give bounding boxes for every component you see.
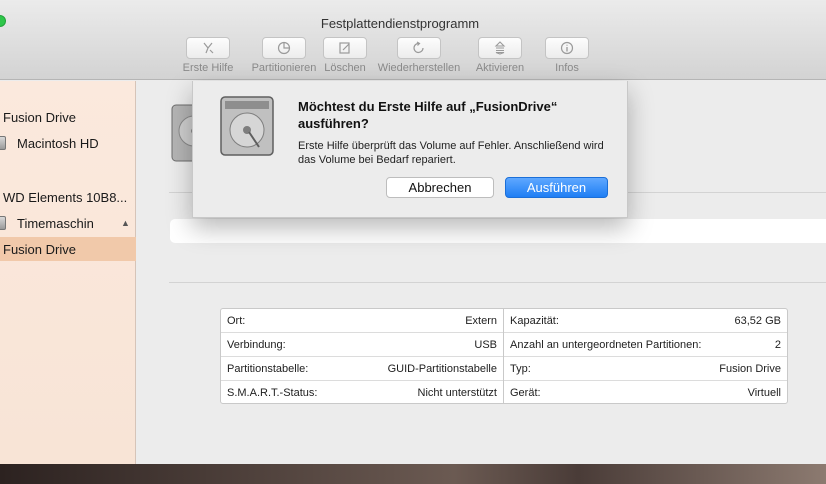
eject-icon[interactable]: ▲	[121, 218, 130, 228]
info-icon	[545, 37, 589, 59]
volume-icon	[0, 216, 6, 230]
volume-icon	[0, 136, 6, 150]
sidebar-item-fusion-drive-selected[interactable]: Fusion Drive	[0, 237, 136, 261]
partition-icon	[262, 37, 306, 59]
info-value: 63,52 GB	[734, 315, 781, 327]
info-row: Gerät: Virtuell	[504, 381, 787, 403]
info-key: Partitionstabelle:	[227, 363, 309, 375]
restore-button[interactable]: Wiederherstellen	[374, 37, 464, 74]
info-key: Typ:	[510, 363, 531, 375]
sidebar-item-macintosh-hd[interactable]: Macintosh HD	[0, 131, 136, 155]
sidebar-item-label: Fusion Drive	[3, 110, 76, 125]
sidebar-item-label: Timemaschin	[17, 216, 94, 231]
erase-icon	[323, 37, 367, 59]
sidebar-item-label: Fusion Drive	[3, 242, 76, 257]
first-aid-label: Erste Hilfe	[182, 62, 234, 74]
info-value: Fusion Drive	[719, 363, 781, 375]
dialog-title: Möchtest du Erste Hilfe auf „FusionDrive…	[298, 99, 558, 131]
info-value: Nicht unterstützt	[417, 387, 497, 399]
info-key: Ort:	[227, 315, 246, 327]
info-value: Extern	[465, 315, 497, 327]
sidebar-item-fusion-drive-header[interactable]: Fusion Drive	[0, 105, 136, 129]
info-key: Gerät:	[510, 387, 541, 399]
sidebar-item-timemaschin[interactable]: Timemaschin ▲	[0, 211, 136, 235]
usage-bar	[170, 219, 826, 243]
restore-label: Wiederherstellen	[377, 62, 461, 74]
mount-button[interactable]: Aktivieren	[463, 37, 537, 74]
info-value: 2	[774, 339, 781, 351]
title-bar: Festplattendienstprogramm Erste Hilfe Pa…	[0, 0, 826, 80]
sidebar-item-wd-elements[interactable]: WD Elements 10B8...	[0, 185, 136, 209]
divider	[169, 282, 826, 283]
disk-utility-window: Festplattendienstprogramm Erste Hilfe Pa…	[0, 0, 826, 464]
sidebar: Fusion Drive Macintosh HD WD Elements 10…	[0, 81, 136, 464]
erase-button[interactable]: Löschen	[308, 37, 382, 74]
info-row: Ort: Extern	[221, 309, 503, 333]
info-key: Verbindung:	[227, 339, 286, 351]
info-row: Partitionstabelle: GUID-Partitionstabell…	[221, 357, 503, 381]
info-row: Anzahl an untergeordneten Partitionen: 2	[504, 333, 787, 357]
info-column-right: Kapazität: 63,52 GB Anzahl an untergeord…	[504, 309, 787, 403]
info-row: Typ: Fusion Drive	[504, 357, 787, 381]
info-value: Virtuell	[747, 387, 781, 399]
info-button[interactable]: Infos	[530, 37, 604, 74]
mount-label: Aktivieren	[475, 62, 525, 74]
info-table: Ort: Extern Verbindung: USB Partitionsta…	[220, 308, 788, 404]
info-value: USB	[474, 339, 497, 351]
info-key: Kapazität:	[510, 315, 559, 327]
info-row: Kapazität: 63,52 GB	[504, 309, 787, 333]
sidebar-item-label: WD Elements 10B8...	[3, 190, 128, 205]
sidebar-item-label: Macintosh HD	[17, 136, 99, 151]
info-key: S.M.A.R.T.-Status:	[227, 387, 318, 399]
first-aid-dialog: Möchtest du Erste Hilfe auf „FusionDrive…	[192, 81, 628, 218]
mount-icon	[478, 37, 522, 59]
hard-drive-icon	[220, 96, 274, 156]
info-key: Anzahl an untergeordneten Partitionen:	[510, 339, 702, 351]
info-row: S.M.A.R.T.-Status: Nicht unterstützt	[221, 381, 503, 403]
restore-icon	[397, 37, 441, 59]
first-aid-icon	[186, 37, 230, 59]
first-aid-button[interactable]: Erste Hilfe	[171, 37, 245, 74]
info-column-left: Ort: Extern Verbindung: USB Partitionsta…	[221, 309, 504, 403]
info-label: Infos	[555, 62, 579, 74]
cancel-button[interactable]: Abbrechen	[386, 177, 494, 198]
info-row: Verbindung: USB	[221, 333, 503, 357]
window-title: Festplattendienstprogramm	[320, 16, 480, 31]
run-button[interactable]: Ausführen	[505, 177, 608, 198]
info-value: GUID-Partitionstabelle	[387, 363, 497, 375]
erase-label: Löschen	[324, 62, 366, 74]
dialog-message: Erste Hilfe überprüft das Volume auf Feh…	[298, 140, 604, 166]
